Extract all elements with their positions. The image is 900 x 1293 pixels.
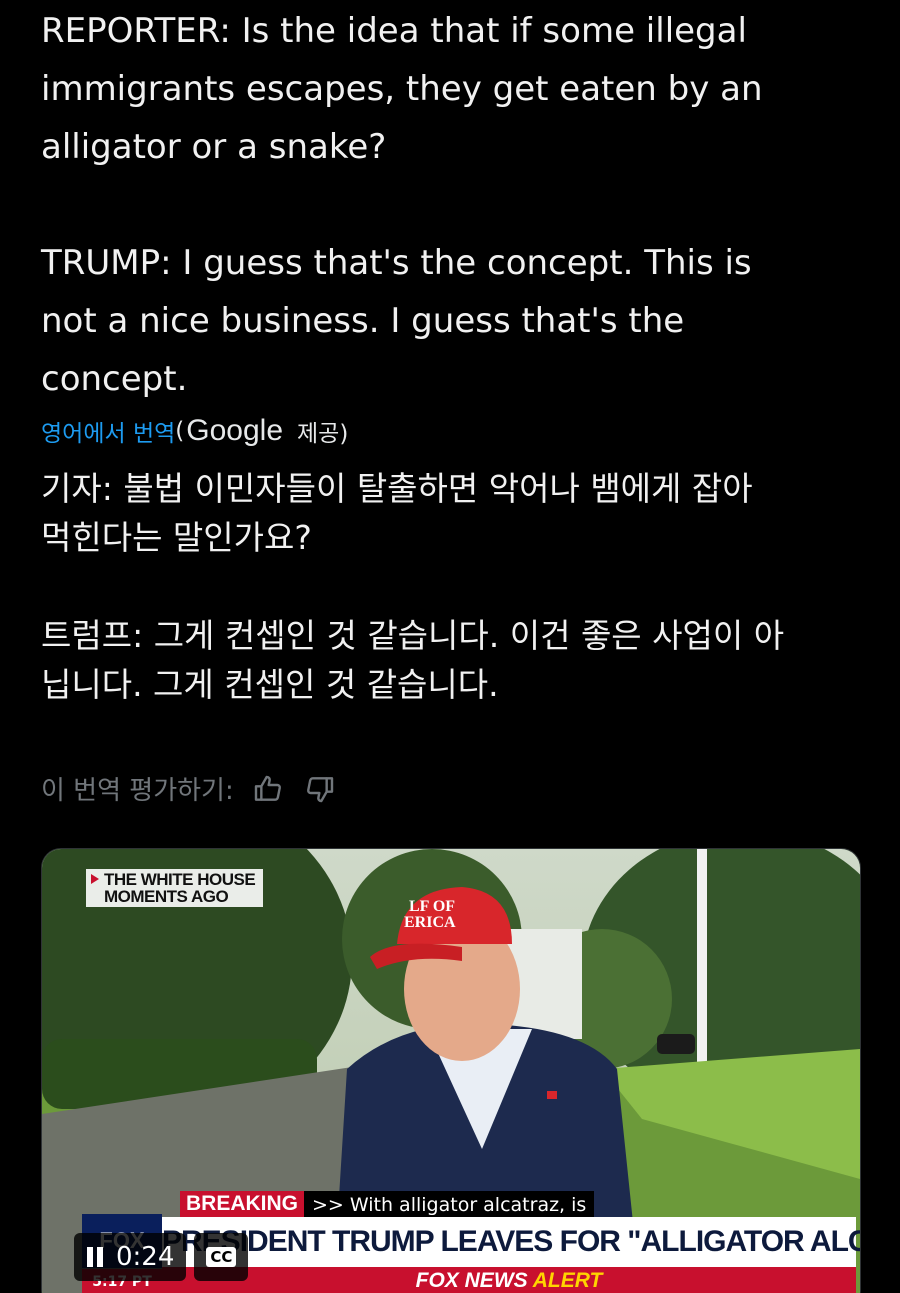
translation-attribution: 영어에서 번역( Google 제공) — [41, 414, 348, 448]
hat-text-bottom: ERICA — [404, 914, 456, 931]
thumbs-down-icon[interactable] — [302, 771, 338, 807]
play-pause-control[interactable]: 0:24 — [74, 1233, 187, 1281]
pause-icon[interactable] — [86, 1247, 104, 1267]
captions-button[interactable]: CC — [194, 1233, 249, 1281]
playback-time: 0:24 — [116, 1242, 175, 1272]
location-tag: THE WHITE HOUSE MOMENTS AGO — [86, 869, 264, 907]
rate-translation-label: 이 번역 평가하기: — [41, 776, 234, 806]
alert-bar: FOX NEWS ALERT — [162, 1267, 856, 1293]
closed-caption: >> With alligator alcatraz, is — [304, 1191, 595, 1219]
paren-open: ( — [175, 418, 185, 444]
rate-translation: 이 번역 평가하기: — [41, 770, 338, 807]
hat-text-top: LF OF — [409, 898, 455, 915]
chyron-headline: PRESIDENT TRUMP LEAVES FOR "ALLIGATOR AL… — [162, 1217, 860, 1267]
video-player[interactable]: LF OF ERICA THE WHITE HOUSE MOMENTS AGO … — [41, 848, 861, 1293]
player-controls: 0:24 CC — [74, 1233, 249, 1281]
breaking-label: BREAKING — [180, 1191, 305, 1217]
cc-icon[interactable]: CC — [206, 1247, 237, 1267]
post-text-original: REPORTER: Is the idea that if some illeg… — [41, 11, 763, 399]
translated-from-link[interactable]: 영어에서 번역 — [41, 414, 175, 448]
post-text-translated: 기자: 불법 이민자들이 탈출하면 악어나 뱀에게 잡아 먹힌다는 말인가요? … — [41, 469, 785, 704]
location-tag-line2: MOMENTS AGO — [104, 887, 229, 906]
google-logo: Google — [186, 414, 284, 447]
provided-by-label: 제공) — [297, 421, 349, 447]
alert-word: ALERT — [532, 1269, 603, 1292]
location-tag-line1: THE WHITE HOUSE — [104, 870, 256, 889]
thumbs-up-icon[interactable] — [250, 771, 286, 807]
post: REPORTER: Is the idea that if some illeg… — [0, 0, 900, 1293]
alert-brand: FOX NEWS — [415, 1269, 528, 1292]
